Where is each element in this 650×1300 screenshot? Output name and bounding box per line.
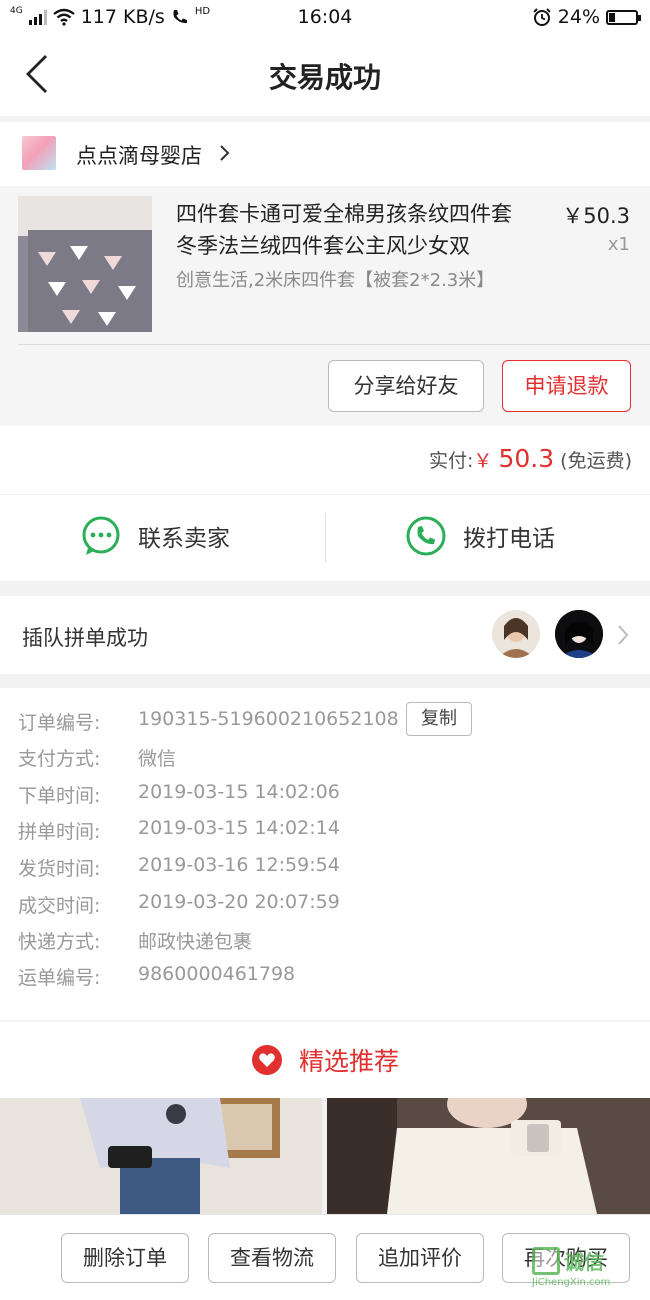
product-card[interactable]: 四件套卡通可爱全棉男孩条纹四件套 冬季法兰绒四件套公主风少女双 创意生活,2米床…: [0, 186, 650, 426]
recommend-title: 精选推荐: [298, 1047, 399, 1076]
payment-text: 实付:￥ 50.3 (免运费): [429, 444, 632, 473]
chevron-right-icon: [220, 145, 230, 161]
info-row: 运单编号: 9860000461798: [18, 963, 295, 990]
info-key: 运单编号:: [18, 967, 101, 989]
order-info: 订单编号: 190315-519600210652108 复制 支付方式: 微信…: [0, 688, 650, 1020]
status-right: 24%: [532, 6, 641, 28]
info-value: 2019-03-20 20:07:59: [138, 891, 340, 913]
phone-icon: [406, 516, 446, 556]
info-key: 发货时间:: [18, 858, 101, 880]
product-spec: 创意生活,2米床四件套【被套2*2.3米】: [176, 270, 495, 291]
product-title-line1: 四件套卡通可爱全棉男孩条纹四件套: [176, 202, 512, 226]
tracking-number: 9860000461798: [138, 963, 296, 985]
divider: [325, 513, 326, 563]
avatar: [492, 610, 540, 658]
info-row: 发货时间: 2019-03-16 12:59:54: [18, 854, 340, 881]
order-number: 190315-519600210652108: [138, 708, 399, 730]
divider: [18, 344, 650, 345]
recommended-product-image[interactable]: [327, 1098, 650, 1214]
call-phone-button[interactable]: 拨打电话: [405, 515, 555, 557]
info-row: 订单编号: 190315-519600210652108: [18, 708, 399, 735]
copy-button[interactable]: 复制: [406, 702, 472, 736]
alarm-icon: [533, 8, 551, 26]
call-phone-label: 拨打电话: [463, 526, 555, 552]
payment-summary: 实付:￥ 50.3 (免运费): [0, 426, 650, 494]
store-logo: [22, 136, 56, 170]
info-value: 微信: [138, 748, 177, 770]
chat-icon: [82, 516, 120, 555]
paid-currency: ￥: [473, 450, 493, 472]
product-quantity: x1: [607, 234, 630, 255]
info-key: 成交时间:: [18, 895, 101, 917]
info-value: 2019-03-16 12:59:54: [138, 854, 340, 876]
contact-row: 联系卖家 拨打电话: [0, 495, 650, 581]
group-buy-row[interactable]: 插队拼单成功: [0, 596, 650, 674]
contact-seller-button[interactable]: 联系卖家: [80, 515, 230, 557]
recommend-header: 精选推荐: [0, 1022, 650, 1098]
watermark-brand: 诚信: [564, 1250, 604, 1274]
watermark: 诚信 JiChengXin.com: [532, 1246, 650, 1300]
store-name[interactable]: 点点滴母婴店: [76, 140, 202, 170]
info-row: 支付方式: 微信: [18, 744, 176, 771]
info-row: 拼单时间: 2019-03-15 14:02:14: [18, 817, 340, 844]
info-key: 拼单时间:: [18, 821, 101, 843]
info-row: 快递方式: 邮政快递包裹: [18, 927, 252, 954]
info-value: 邮政快递包裹: [138, 931, 253, 953]
delete-order-button[interactable]: 删除订单: [61, 1233, 189, 1283]
refund-button[interactable]: 申请退款: [502, 360, 631, 412]
contact-seller-label: 联系卖家: [138, 526, 230, 552]
watermark-url: JiChengXin.com: [532, 1277, 611, 1288]
add-review-button[interactable]: 追加评价: [356, 1233, 484, 1283]
watermark-logo-icon: [532, 1246, 560, 1275]
paid-amount: 50.3: [498, 444, 555, 473]
product-image[interactable]: [18, 196, 152, 332]
heart-icon: [251, 1045, 282, 1075]
info-key: 支付方式:: [18, 748, 101, 770]
group-status: 插队拼单成功: [22, 626, 148, 650]
chevron-right-icon: [618, 625, 629, 645]
nav-bar: 交易成功: [0, 34, 650, 116]
product-title[interactable]: 四件套卡通可爱全棉男孩条纹四件套 冬季法兰绒四件套公主风少女双: [176, 198, 546, 262]
info-key: 下单时间:: [18, 785, 101, 807]
battery-percent: 24%: [557, 6, 600, 28]
info-key: 订单编号:: [18, 712, 101, 734]
info-row: 成交时间: 2019-03-20 20:07:59: [18, 891, 340, 918]
share-button[interactable]: 分享给好友: [328, 360, 484, 412]
status-bar: 4G 117 KB/s HD 16:04 24%: [0, 0, 650, 34]
info-value: 2019-03-15 14:02:06: [138, 781, 340, 803]
info-value: 2019-03-15 14:02:14: [138, 817, 340, 839]
product-price: ￥50.3: [562, 204, 630, 228]
product-title-line2: 冬季法兰绒四件套公主风少女双: [176, 234, 470, 258]
page-title: 交易成功: [268, 61, 381, 94]
recommended-product-image[interactable]: [0, 1098, 322, 1214]
view-logistics-button[interactable]: 查看物流: [208, 1233, 336, 1283]
paid-label: 实付:: [428, 450, 474, 472]
info-key: 快递方式:: [18, 931, 101, 953]
avatar: [555, 610, 603, 658]
battery-icon: [606, 9, 641, 25]
store-row[interactable]: 点点滴母婴店: [0, 122, 650, 186]
shipping-note: (免运费): [560, 450, 632, 472]
info-row: 下单时间: 2019-03-15 14:02:06: [18, 781, 340, 808]
